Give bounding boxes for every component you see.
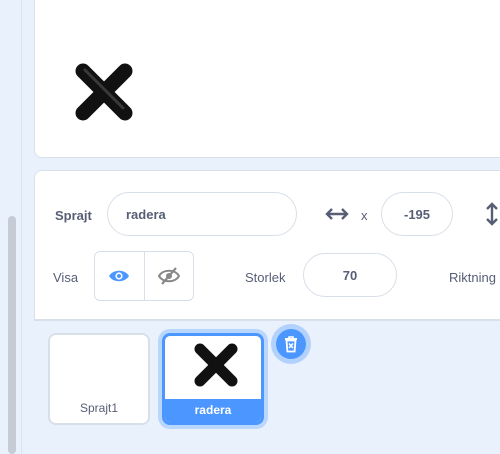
left-panel bbox=[0, 0, 22, 454]
x-mark-icon bbox=[194, 343, 238, 387]
sprite-name-label: Sprajt bbox=[55, 208, 92, 223]
x-mark-icon[interactable] bbox=[73, 61, 135, 123]
eye-slash-icon bbox=[157, 267, 180, 285]
sprite-tile[interactable]: Sprajt1 bbox=[48, 333, 150, 425]
size-label: Storlek bbox=[245, 270, 286, 285]
visibility-toggle bbox=[94, 251, 194, 301]
scrollbar[interactable] bbox=[8, 216, 16, 454]
x-input[interactable]: -195 bbox=[381, 192, 453, 236]
sprite-tile-selected[interactable]: radera bbox=[162, 333, 264, 425]
trash-icon bbox=[285, 336, 297, 353]
stage-canvas[interactable] bbox=[34, 0, 500, 158]
vertical-arrows-icon bbox=[486, 202, 498, 226]
show-button[interactable] bbox=[95, 252, 144, 300]
sprite-list: Sprajt1 radera bbox=[34, 320, 500, 454]
sprite-tile-label: Sprajt1 bbox=[79, 401, 119, 415]
direction-label: Riktning bbox=[449, 270, 496, 285]
size-input[interactable]: 70 bbox=[303, 253, 397, 297]
horizontal-arrows-icon bbox=[325, 208, 349, 220]
sprite-name-input[interactable]: radera bbox=[107, 192, 297, 236]
hide-button[interactable] bbox=[143, 252, 193, 300]
show-label: Visa bbox=[53, 270, 79, 285]
eye-icon bbox=[109, 270, 130, 282]
sprite-info-panel: Sprajt radera x -195 Visa Storlek 70 Rik… bbox=[34, 170, 500, 320]
delete-sprite-button[interactable] bbox=[271, 324, 311, 364]
sprite-tile-label: radera bbox=[165, 399, 261, 422]
x-label: x bbox=[361, 208, 368, 223]
